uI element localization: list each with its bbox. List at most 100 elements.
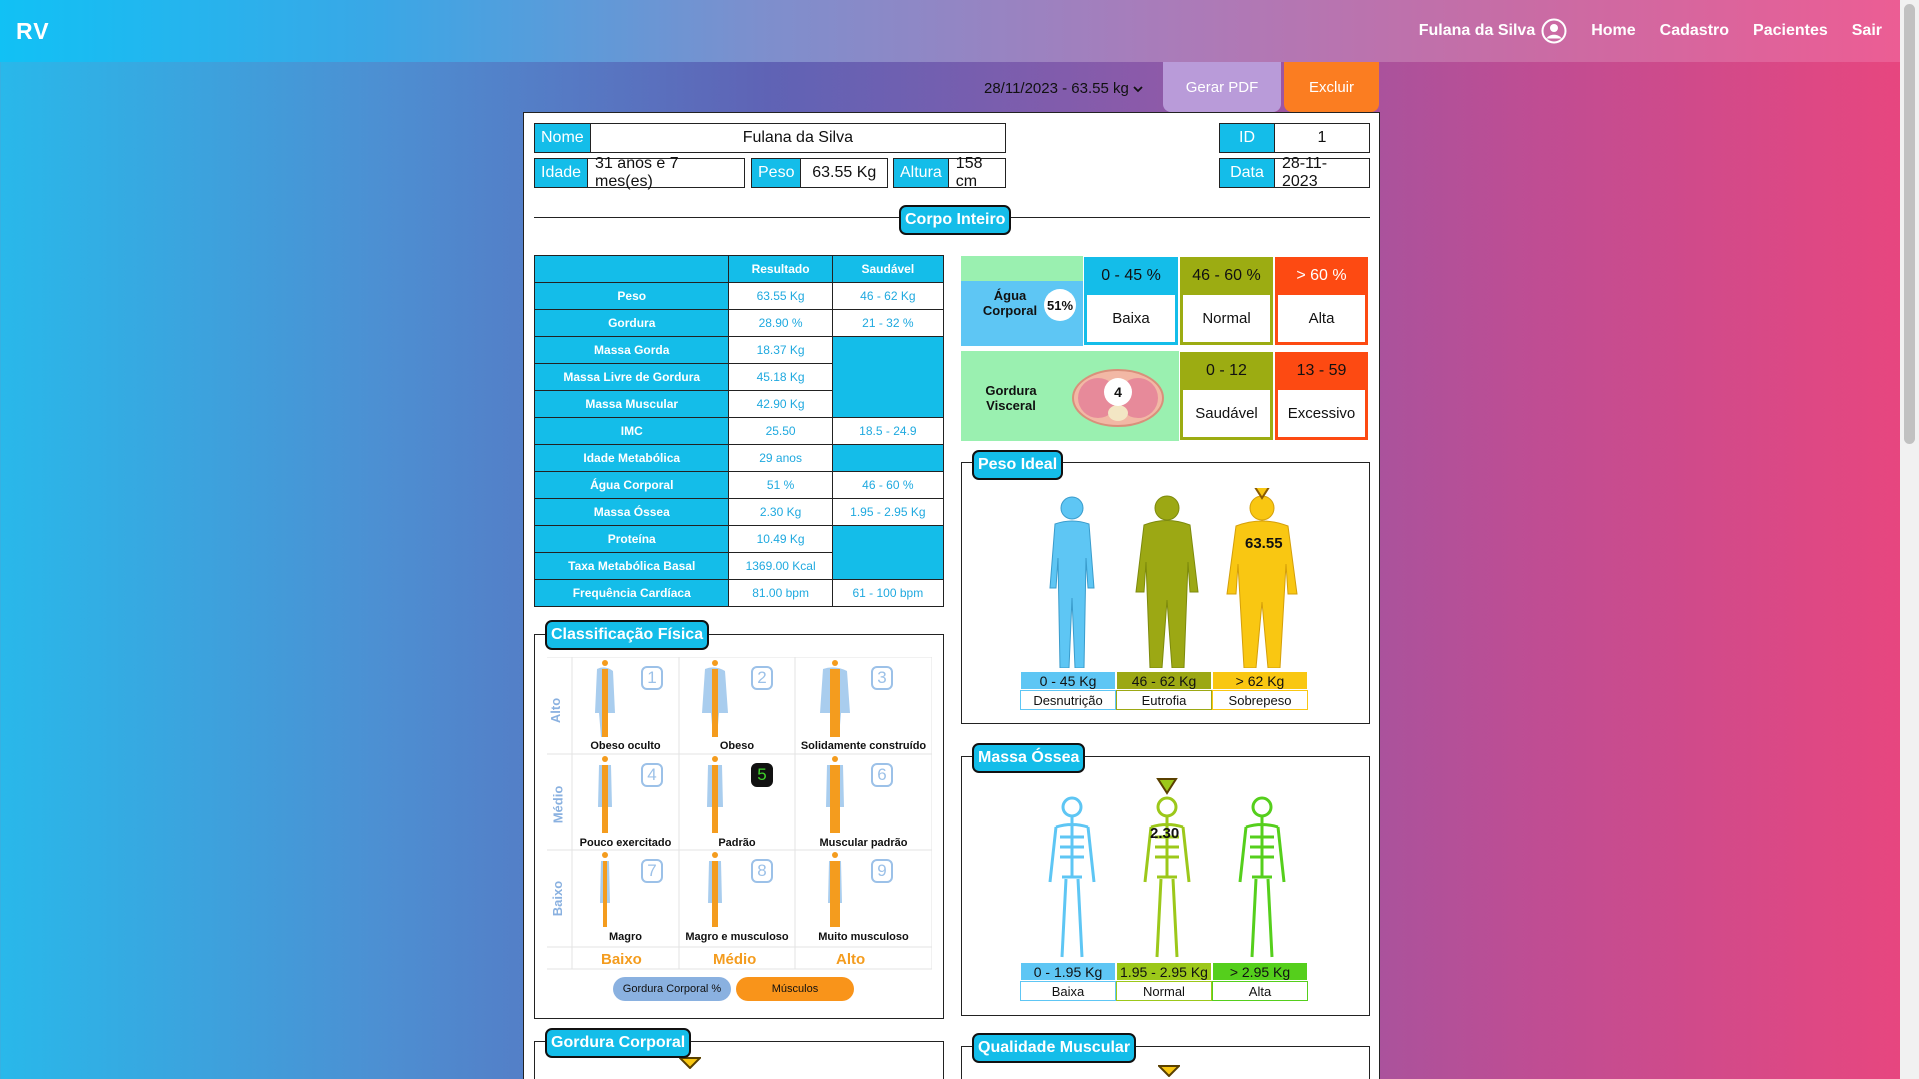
water-range-low: 0 - 45 % Baixa <box>1083 256 1179 346</box>
range-value: > 60 % <box>1296 267 1347 284</box>
section-title-massa-ossea: Massa Óssea <box>972 743 1086 773</box>
range-value: 46 - 60 % <box>1192 267 1261 284</box>
row-healthy: 61 - 100 bpm <box>831 579 945 607</box>
range-label: Normal <box>1183 295 1270 342</box>
row-name: Massa Muscular <box>533 390 730 418</box>
range-label: Desnutrição <box>1020 690 1116 710</box>
field-altura: Altura 158 cm <box>893 155 1006 190</box>
row-healthy: 21 - 32 % <box>831 309 945 337</box>
class-label: Obeso <box>719 740 755 752</box>
row-result: 10.49 Kg <box>728 525 833 553</box>
water-value: 51% <box>1044 289 1076 321</box>
date-select[interactable]: 28/11/2023 - 63.55 kg <box>984 80 1143 97</box>
axis-col-label: Alto <box>836 951 866 968</box>
visceral-indicator: Gordura Visceral 4 <box>961 351 1179 441</box>
row-name: Proteína <box>533 525 730 553</box>
range-value: 0 - 45 % <box>1101 267 1161 284</box>
row-healthy: 1.95 - 2.95 Kg <box>831 498 945 526</box>
range-label: Baixa <box>1020 981 1116 1001</box>
range-label: Baixa <box>1087 295 1175 342</box>
axis-row-label: Alto <box>548 697 564 724</box>
massa-ossea-panel: 2.30 0 - 1.95 Kg 1.95 - 2.95 Kg > 2.95 K… <box>961 756 1370 1016</box>
field-id-value: 1 <box>1317 129 1327 146</box>
page-scrollbar[interactable] <box>1900 0 1919 1079</box>
water-label: Água Corporal <box>982 288 1038 318</box>
generate-pdf-button[interactable]: Gerar PDF <box>1163 62 1281 112</box>
field-nome-value: Fulana da Silva <box>742 129 853 146</box>
range-value: 1.95 - 2.95 Kg <box>1116 962 1212 981</box>
class-label: Magro <box>609 931 642 943</box>
class-number: 7 <box>641 859 663 883</box>
table-row: Massa Óssea 2.30 Kg 1.95 - 2.95 Kg <box>533 498 945 526</box>
range-value: 0 - 45 Kg <box>1020 671 1116 690</box>
class-number: 6 <box>871 763 893 787</box>
classificacao-panel: 1 2 3 4 5 6 7 8 9 Obeso oculto Obeso Sol… <box>534 634 944 1019</box>
massa-ossea-value: 2.30 <box>1150 825 1180 842</box>
table-header: Resultado <box>728 255 833 283</box>
row-name: Massa Gorda <box>533 336 730 364</box>
field-peso-label: Peso <box>752 159 802 187</box>
class-number: 4 <box>641 763 663 787</box>
range-label: Sobrepeso <box>1212 690 1308 710</box>
table-row: IMC 25.50 18.5 - 24.9 <box>533 417 945 445</box>
row-name: Água Corporal <box>533 471 730 499</box>
range-value: 13 - 59 <box>1296 362 1347 379</box>
field-idade-label: Idade <box>535 159 589 187</box>
row-healthy: 46 - 62 Kg <box>831 282 945 310</box>
body-silhouettes-icon <box>1049 488 1298 668</box>
row-name: Gordura <box>533 309 730 337</box>
scrollbar-thumb[interactable] <box>1904 4 1915 444</box>
row-result: 28.90 % <box>728 309 833 337</box>
delete-button[interactable]: Excluir <box>1284 62 1379 112</box>
nav-links: Fulana da Silva Home Cadastro Pacientes … <box>1419 0 1882 62</box>
nav-link-home[interactable]: Home <box>1591 22 1635 40</box>
row-name: Peso <box>533 282 730 310</box>
table-row: Proteína 10.49 Kg <box>533 525 945 580</box>
legend-muscle-pill: Músculos <box>736 977 854 1001</box>
table-row: Massa Gorda 18.37 Kg <box>533 336 945 418</box>
nav-link-pacientes[interactable]: Pacientes <box>1753 22 1828 40</box>
peso-ideal-panel: 63.55 0 - 45 Kg 46 - 62 Kg > 62 Kg Desnu… <box>961 462 1370 724</box>
brand-logo[interactable]: RV <box>16 18 50 45</box>
range-value: > 2.95 Kg <box>1212 962 1308 981</box>
row-name: Massa Livre de Gordura <box>533 363 730 391</box>
marker-arrow-icon <box>1158 1065 1180 1077</box>
report-sheet: Nome Fulana da Silva ID 1 Idade 31 anos … <box>523 112 1380 1079</box>
range-label: Alta <box>1212 981 1308 1001</box>
field-id-label: ID <box>1220 124 1275 152</box>
class-number: 1 <box>641 666 663 690</box>
row-name: Idade Metabólica <box>533 444 730 472</box>
class-label: Pouco exercitado <box>579 837 672 849</box>
navbar: RV Fulana da Silva Home Cadastro Pacient… <box>0 0 1900 62</box>
row-healthy-empty <box>831 336 945 418</box>
section-title-corpo-inteiro: Corpo Inteiro <box>899 205 1012 235</box>
row-name: IMC <box>533 417 730 445</box>
row-healthy-empty <box>831 444 945 472</box>
user-name: Fulana da Silva <box>1418 22 1536 39</box>
field-id: ID 1 <box>1219 123 1370 153</box>
section-title-peso-ideal: Peso Ideal <box>972 450 1064 480</box>
class-label: Muito musculoso <box>818 931 909 943</box>
table-row: Água Corporal 51 % 46 - 60 % <box>533 471 945 499</box>
range-label: Normal <box>1116 981 1212 1001</box>
row-result: 18.37 Kg <box>728 336 833 364</box>
row-healthy: 46 - 60 % <box>831 471 945 499</box>
section-title-gordura-corporal: Gordura Corporal <box>545 1028 692 1058</box>
class-number: 8 <box>751 859 773 883</box>
row-name: Frequência Cardíaca <box>533 579 730 607</box>
nav-link-cadastro[interactable]: Cadastro <box>1660 22 1729 40</box>
visceral-range-excess: 13 - 59 Excessivo <box>1274 351 1369 441</box>
class-label: Padrão <box>718 837 756 849</box>
range-label: Excessivo <box>1278 390 1365 437</box>
row-result: 63.55 Kg <box>728 282 833 310</box>
user-menu[interactable]: Fulana da Silva <box>1419 18 1567 44</box>
nav-link-sair[interactable]: Sair <box>1852 22 1882 40</box>
table-row: Idade Metabólica 29 anos <box>533 444 945 472</box>
row-name: Taxa Metabólica Basal <box>533 552 730 580</box>
date-select-value: 28/11/2023 - 63.55 kg <box>984 80 1129 97</box>
water-range-high: > 60 % Alta <box>1274 256 1369 346</box>
row-healthy-empty <box>831 525 945 580</box>
marker-arrow-icon <box>679 1057 701 1069</box>
field-idade-value: 31 anos e 7 mes(es) <box>595 155 679 190</box>
table-header-row: Resultado Saudável <box>533 255 945 283</box>
